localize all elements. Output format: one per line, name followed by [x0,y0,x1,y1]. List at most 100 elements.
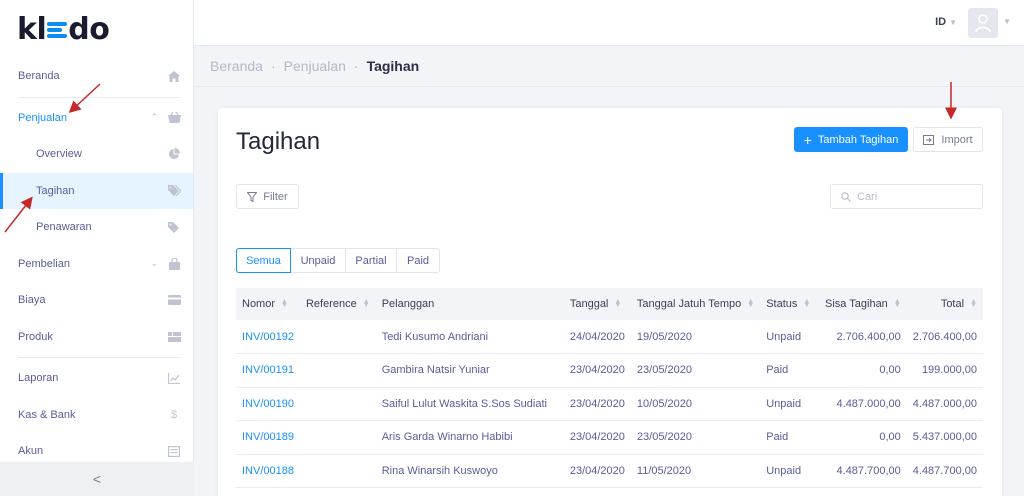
sort-icon: ▲ ▼ [970,298,977,310]
sidebar-item-penjualan[interactable]: Penjualan ⌃ [0,100,193,137]
filter-icon [247,191,258,202]
column-header-nomor[interactable]: Nomor ▲ ▼ [236,288,300,320]
remaining-cell: 0,00 [819,353,907,388]
column-header-label: Pelanggan [381,298,435,310]
plus-icon: + [803,131,812,148]
import-icon [923,134,935,145]
add-invoice-button[interactable]: + Tambah Tagihan [794,127,908,152]
tab-partial[interactable]: Partial [345,248,397,273]
table-row[interactable]: INV/00190 Saiful Lulut Waskita S.Sos Sud… [236,387,983,421]
remaining-cell: 2.706.400,00 [819,320,907,354]
table-row[interactable]: INV/00189 Aris Garda Winarno Habibi 23/0… [236,420,983,455]
breadcrumb-section[interactable]: Penjualan [284,58,346,74]
credit-card-icon [167,293,181,307]
status-cell: Unpaid [760,454,820,488]
total-cell: 2.706.400,00 [906,320,983,354]
sidebar-item-label: Kas & Bank [18,408,76,421]
column-header-total[interactable]: Total ▲ ▼ [906,288,983,320]
search-input[interactable] [857,190,977,203]
due-date-cell: 19/05/2020 [630,320,761,354]
sidebar-item-laporan[interactable]: Laporan [0,360,193,397]
kledo-logo[interactable]: kl do [0,0,193,58]
column-header-label: Nomor [242,298,276,310]
breadcrumb-home[interactable]: Beranda [210,58,263,74]
invoice-number-link[interactable]: INV/00191 [236,353,300,388]
sidebar-item-pembelian[interactable]: Pembelian ⌄ [0,246,193,283]
column-header-sisa-tagihan[interactable]: Sisa Tagihan ▲ ▼ [819,288,907,320]
breadcrumb-current: Tagihan [366,58,420,74]
sidebar-item-produk[interactable]: Produk [0,319,193,356]
tab-semua[interactable]: Semua [236,248,291,273]
avatar[interactable] [968,8,998,38]
column-header-label: Tanggal [569,298,609,310]
column-header-tanggal[interactable]: Tanggal ▲ ▼ [563,288,631,320]
sidebar-collapse-button[interactable]: < [0,462,194,496]
import-button[interactable]: Import [913,127,983,152]
due-date-cell: 23/05/2020 [630,420,761,455]
column-header-reference[interactable]: Reference ▲ ▼ [299,288,376,320]
sidebar-item-label: Overview [36,148,82,161]
products-icon [167,330,181,344]
total-cell: 4.487.700,00 [906,454,983,488]
remaining-cell: 4.487.000,00 [819,387,907,421]
table-row[interactable]: INV/00191 Gambira Natsir Yuniar 23/04/20… [236,353,983,388]
invoice-number-link[interactable]: INV/00190 [236,387,300,421]
table-row[interactable]: INV/00192 Tedi Kusumo Andriani 24/04/202… [236,320,983,354]
sidebar-item-penawaran[interactable]: Penawaran [0,209,193,246]
invoice-number-link[interactable]: INV/00188 [236,454,300,488]
column-header-label: Reference [305,298,357,310]
filter-button[interactable]: Filter [236,184,299,209]
search-box [830,184,983,209]
tag-icon [167,220,181,234]
sidebar-item-label: Beranda [18,70,60,83]
column-header-pelanggan: Pelanggan [375,288,564,320]
column-header-jatuh-tempo[interactable]: Tanggal Jatuh Tempo ▲ ▼ [630,288,761,320]
tab-paid[interactable]: Paid [396,248,440,273]
sidebar-item-tagihan[interactable]: Tagihan [0,172,193,209]
sidebar-item-label: Penawaran [36,221,92,234]
reference-cell [299,387,376,421]
breadcrumb-divider [194,86,1024,87]
sidebar-item-overview[interactable]: Overview [0,136,193,173]
sidebar-item-kas-bank[interactable]: Kas & Bank $ [0,397,193,434]
total-cell: 5.437.000,00 [906,420,983,455]
language-selector[interactable]: ID ▼ [935,16,957,28]
user-icon [975,14,991,32]
column-header-label: Status [766,298,798,310]
table-row[interactable]: INV/00188 Rina Winarsih Kuswoyo 23/04/20… [236,454,983,488]
sidebar-item-label: Akun [18,445,44,458]
add-invoice-label: Tambah Tagihan [817,133,899,146]
invoice-card: Tagihan + Tambah Tagihan Import Filter S… [218,108,1002,496]
breadcrumb-separator: · [270,58,276,74]
basket-icon [167,111,181,125]
language-code: ID [935,16,947,28]
sidebar-item-beranda[interactable]: Beranda [0,58,193,95]
remaining-cell: 4.487.700,00 [819,454,907,488]
sort-icon: ▲ ▼ [747,298,755,310]
ledger-icon [167,444,181,458]
customer-cell: Aris Garda Winarno Habibi [375,420,564,455]
reference-cell [299,353,376,388]
date-cell: 23/04/2020 [563,353,631,388]
chevron-left-icon: < [92,471,102,487]
sidebar-item-label: Produk [18,330,53,343]
sidebar: kl do Beranda Penjualan ⌃ Overview Tagiha… [0,0,194,496]
column-header-status[interactable]: Status ▲ ▼ [760,288,820,320]
column-header-label: Total [940,298,965,310]
status-cell: Unpaid [760,387,820,421]
tab-unpaid[interactable]: Unpaid [290,248,346,273]
chevron-down-icon[interactable]: ▼ [1003,17,1011,26]
sidebar-item-biaya[interactable]: Biaya [0,282,193,319]
sidebar-divider [18,96,180,98]
invoice-number-link[interactable]: INV/00189 [236,420,300,455]
sort-icon: ▲ ▼ [803,298,811,310]
page-title: Tagihan [236,128,321,155]
reference-cell [299,320,376,354]
invoice-table: Nomor ▲ ▼ Reference ▲ ▼ Pelanggan Tanggal ▲ ▼ … [236,288,983,488]
breadcrumb-separator: · [353,58,359,74]
status-cell: Paid [760,420,820,455]
chevron-down-icon: ⌄ [150,258,158,269]
remaining-cell: 0,00 [819,420,907,455]
date-cell: 23/04/2020 [563,420,631,455]
invoice-number-link[interactable]: INV/00192 [236,320,300,354]
